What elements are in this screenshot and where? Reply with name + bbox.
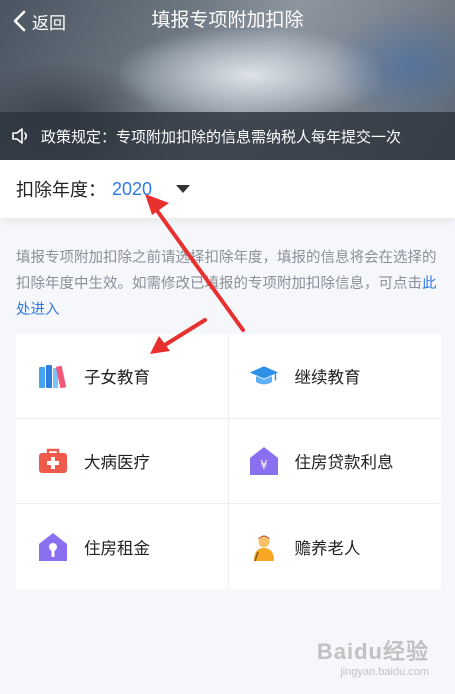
year-value[interactable]: 2020 xyxy=(112,179,152,200)
deduction-label: 住房租金 xyxy=(84,538,150,558)
watermark: Baidu经验 jingyan.baidu.com xyxy=(317,634,429,678)
notice-text: 政策规定：专项附加扣除的信息需纳税人每年提交一次 xyxy=(41,127,402,146)
deduction-label: 赡养老人 xyxy=(294,538,361,558)
deduction-item-housing-loan-interest[interactable]: ¥ 住房贷款利息 xyxy=(228,419,441,504)
deduction-label: 子女教育 xyxy=(84,368,150,387)
back-label: 返回 xyxy=(32,13,66,34)
description: 填报专项附加扣除之前请选择扣除年度，填报的信息将会在选择的扣除年度中生效。如需修… xyxy=(16,245,441,323)
watermark-url: jingyan.baidu.com xyxy=(340,666,429,678)
deduction-label: 住房贷款利息 xyxy=(294,453,394,472)
caret-down-icon[interactable] xyxy=(176,185,191,193)
back-button[interactable]: 返回 xyxy=(12,8,66,34)
deduction-item-elderly-support[interactable]: 赡养老人 xyxy=(229,504,442,589)
svg-text:¥: ¥ xyxy=(260,458,268,472)
description-text: 填报专项附加扣除之前请选择扣除年度，填报的信息将会在选择的扣除年度中生效。如需修… xyxy=(16,250,437,292)
deduction-label: 大病医疗 xyxy=(84,453,150,472)
deduction-grid: 子女教育 继续教育 大病医疗 ¥ 住房贷款利息 住房租金 赡养老人 xyxy=(16,334,441,589)
deduction-item-serious-illness[interactable]: 大病医疗 xyxy=(16,419,229,504)
house-key-icon xyxy=(38,532,68,562)
year-selector[interactable]: 扣除年度： 2020 xyxy=(0,160,455,218)
deduction-item-housing-rent[interactable]: 住房租金 xyxy=(16,504,229,589)
policy-notice: 政策规定：专项附加扣除的信息需纳税人每年提交一次 xyxy=(0,112,455,160)
graduation-cap-icon xyxy=(249,361,279,391)
deduction-item-children-education[interactable]: 子女教育 xyxy=(16,334,229,419)
year-label: 扣除年度： xyxy=(16,180,106,201)
house-yuan-icon: ¥ xyxy=(249,446,279,476)
deduction-label: 继续教育 xyxy=(294,368,361,387)
books-icon xyxy=(38,361,68,391)
elder-person-icon xyxy=(249,532,279,562)
page-title: 填报专项附加扣除 xyxy=(151,9,304,31)
watermark-brand: Baidu经验 xyxy=(316,639,429,664)
chevron-left-icon xyxy=(13,10,26,32)
speaker-icon xyxy=(12,128,28,144)
deduction-item-continuing-education[interactable]: 继续教育 xyxy=(228,334,441,419)
medical-kit-icon xyxy=(38,446,68,476)
